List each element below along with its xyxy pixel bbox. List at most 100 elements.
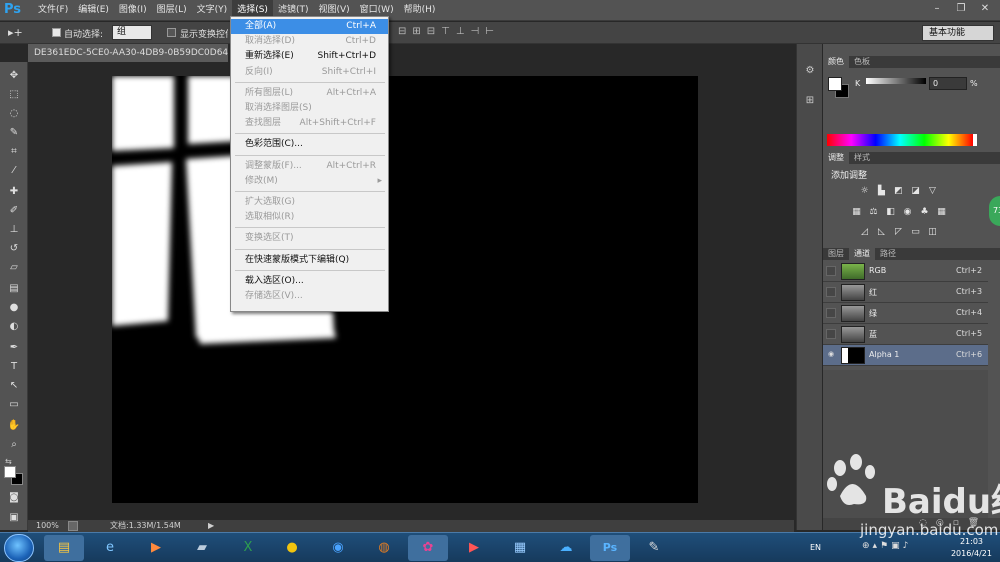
select-menu-item[interactable]: 存储选区(V)...	[231, 289, 388, 304]
foreground-color-swatch[interactable]	[4, 466, 16, 478]
quick-mask-icon[interactable]: ◙	[6, 490, 22, 506]
photoshop-taskbar-icon[interactable]: Ps	[590, 535, 630, 561]
eyedropper-tool-icon[interactable]: ⁄	[6, 163, 22, 179]
select-menu-item[interactable]: 重新选择(E) Shift+Ctrl+D	[231, 49, 388, 64]
swap-colors-icon[interactable]: ⇆	[5, 457, 12, 466]
vibrance-icon[interactable]: ▽	[927, 186, 938, 196]
workspace-dropdown[interactable]: 基本功能	[922, 25, 994, 41]
spectrum-white[interactable]	[973, 134, 977, 146]
select-menu-item[interactable]: 扩大选取(G)	[231, 195, 388, 210]
dodge-tool-icon[interactable]: ◐	[6, 319, 22, 335]
properties-panel-icon[interactable]: ⊞	[802, 94, 818, 108]
tab-adjustments[interactable]: 调整	[823, 152, 849, 164]
quick-select-tool-icon[interactable]: ✎	[6, 125, 22, 141]
select-menu-item[interactable]: 取消选择(D) Ctrl+D	[231, 34, 388, 49]
visibility-eye-icon[interactable]	[826, 266, 836, 276]
taskbar-clock[interactable]: 21:03 2016/4/21	[951, 536, 992, 560]
app-taskbar-icon[interactable]: ▰	[182, 535, 222, 561]
align-icons[interactable]: ⊟⊞⊟⊤⊥⊣⊢	[398, 26, 500, 37]
auto-select-dropdown[interactable]: 组	[112, 25, 152, 40]
brightness-icon[interactable]: ☼	[859, 186, 870, 196]
color-value-input[interactable]: 0	[929, 77, 967, 90]
channel-mixer-icon[interactable]: ♣	[919, 207, 930, 217]
screen-mode-icon[interactable]: ▣	[6, 510, 22, 526]
start-button[interactable]	[4, 534, 34, 562]
select-menu-item[interactable]: 查找图层 Alt+Shift+Ctrl+F	[231, 116, 388, 131]
select-menu-item[interactable]: 选取相似(R)	[231, 210, 388, 225]
notification-badge[interactable]: 73	[989, 196, 1000, 226]
channel-row[interactable]: 红 Ctrl+3	[823, 282, 988, 303]
restore-icon[interactable]: ❐	[950, 1, 972, 17]
film-taskbar-icon[interactable]: ▦	[500, 535, 540, 561]
stamp-tool-icon[interactable]: ⊥	[6, 222, 22, 238]
select-menu-item[interactable]: 取消选择图层(S)	[231, 101, 388, 116]
chrome-taskbar-icon[interactable]: ◍	[364, 535, 404, 561]
menu-item[interactable]: 编辑(E)	[73, 0, 114, 21]
pen-tool-icon[interactable]: ✒	[6, 340, 22, 356]
tab-layers[interactable]: 图层	[823, 248, 849, 260]
video-taskbar-icon[interactable]: ▶	[454, 535, 494, 561]
color-spectrum-bar[interactable]	[827, 134, 973, 146]
select-menu-item[interactable]: 反向(I) Shift+Ctrl+I	[231, 65, 388, 80]
player-taskbar-icon[interactable]: ◉	[318, 535, 358, 561]
hue-saturation-icon[interactable]: ▦	[851, 207, 862, 217]
picture-taskbar-icon[interactable]: ✿	[408, 535, 448, 561]
visibility-eye-icon[interactable]	[826, 287, 836, 297]
zoom-tool-icon[interactable]: ⌕	[6, 437, 22, 453]
black-white-icon[interactable]: ◧	[885, 207, 896, 217]
blur-tool-icon[interactable]: ●	[6, 300, 22, 316]
visibility-eye-icon[interactable]	[826, 308, 836, 318]
crop-tool-icon[interactable]: ⌗	[6, 144, 22, 160]
color-foreground-swatch[interactable]	[828, 77, 842, 91]
invert-icon[interactable]: ◿	[859, 227, 870, 237]
photo-filter-icon[interactable]: ◉	[902, 207, 913, 217]
browser-taskbar-icon[interactable]: ●	[272, 535, 312, 561]
select-menu-item[interactable]: 变换选区(T)	[231, 231, 388, 246]
channel-row[interactable]: RGB Ctrl+2	[823, 261, 988, 282]
visibility-eye-icon[interactable]	[826, 329, 836, 339]
levels-icon[interactable]: ▙	[876, 186, 887, 196]
select-menu-item[interactable]: 色彩范围(C)...	[231, 137, 388, 152]
threshold-icon[interactable]: ◸	[893, 227, 904, 237]
tray-icons[interactable]: ⊕▴⚑▣♪	[862, 541, 911, 551]
path-select-tool-icon[interactable]: ↖	[6, 378, 22, 394]
status-proof-icon[interactable]	[68, 521, 78, 531]
menu-item[interactable]: 图层(L)	[152, 0, 192, 21]
menu-item[interactable]: 帮助(H)	[399, 0, 441, 21]
channel-row[interactable]: 蓝 Ctrl+5	[823, 324, 988, 345]
explorer-taskbar-icon[interactable]: ▤	[44, 535, 84, 561]
color-slider-track[interactable]	[866, 78, 926, 84]
menu-item[interactable]: 图像(I)	[114, 0, 152, 21]
document-canvas[interactable]	[112, 76, 698, 503]
tab-paths[interactable]: 路径	[875, 248, 901, 260]
document-tab[interactable]: DE361EDC-5CE0-AA30-4DB9-0B59DC0D645D.jpg	[28, 44, 228, 62]
zoom-level[interactable]: 100%	[36, 520, 59, 532]
ie-taskbar-icon[interactable]: e	[90, 535, 130, 561]
tab-styles[interactable]: 样式	[849, 152, 875, 164]
tab-swatches[interactable]: 色板	[849, 56, 875, 68]
auto-select-checkbox[interactable]	[52, 28, 61, 37]
select-menu-item[interactable]: 所有图层(L) Alt+Ctrl+A	[231, 86, 388, 101]
select-menu-item[interactable]: 载入选区(O)...	[231, 274, 388, 289]
color-balance-icon[interactable]: ⚖	[868, 207, 879, 217]
channel-row[interactable]: ◉ Alpha 1 Ctrl+6	[823, 345, 988, 366]
paint-taskbar-icon[interactable]: ✎	[634, 535, 674, 561]
marquee-tool-icon[interactable]: ⬚	[6, 87, 22, 103]
close-icon[interactable]: ✕	[974, 1, 996, 17]
media-taskbar-icon[interactable]: ▶	[136, 535, 176, 561]
select-menu-item[interactable]: 在快速蒙版模式下编辑(Q)	[231, 253, 388, 268]
lasso-tool-icon[interactable]: ◌	[6, 106, 22, 122]
eraser-tool-icon[interactable]: ▱	[6, 260, 22, 276]
input-language[interactable]: EN	[810, 543, 821, 552]
history-panel-icon[interactable]: ⚙	[802, 64, 818, 78]
baidu-taskbar-icon[interactable]: ☁	[546, 535, 586, 561]
menu-item[interactable]: 文字(Y)	[192, 0, 233, 21]
color-lookup-icon[interactable]: ▦	[936, 207, 947, 217]
posterize-icon[interactable]: ◺	[876, 227, 887, 237]
gradient-tool-icon[interactable]: ▤	[6, 281, 22, 297]
curves-icon[interactable]: ◩	[893, 186, 904, 196]
gradient-map-icon[interactable]: ▭	[910, 227, 921, 237]
status-menu-arrow-icon[interactable]: ▶	[208, 520, 214, 532]
type-tool-icon[interactable]: T	[6, 359, 22, 375]
select-menu-item[interactable]: 修改(M) ▸	[231, 174, 388, 189]
